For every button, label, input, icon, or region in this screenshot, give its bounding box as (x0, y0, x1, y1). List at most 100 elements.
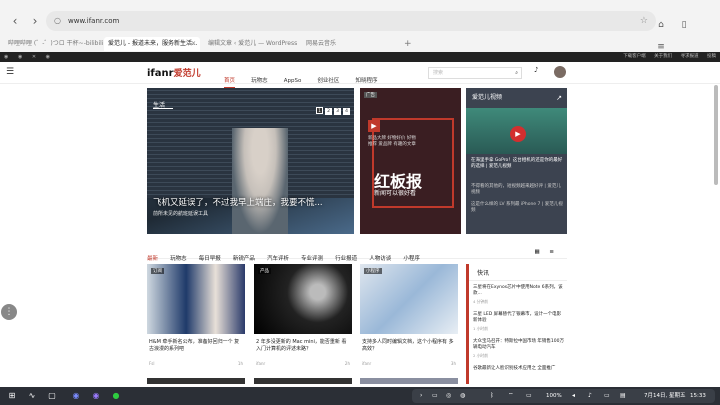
notification-icon[interactable]: ▤ (620, 389, 626, 403)
article-card[interactable]: 订阅 H&M 牵手新名公布，准备好回归一个 复古浪漫的系列吧 Fsl 1h (147, 264, 245, 369)
tab-label: 网易云音乐 (306, 40, 337, 47)
browser-actions: ⌂ ▯ ≡ (652, 12, 712, 52)
site-topbar: ◉ ◉ ✕ ◉ 下载客户端 关于我们 寻求报道 投稿 (0, 52, 720, 62)
reading-icon[interactable]: ▯ (675, 16, 693, 34)
activity-icon[interactable]: ∿ (25, 389, 39, 403)
article-meta: ifanr 3h (362, 361, 456, 366)
ad-subtitle: 新闻可以很好看 (374, 190, 417, 197)
taskbar-apps: ⊞ ∿ ▢ ◉ ◉ ● (5, 389, 135, 403)
bell-icon[interactable]: ♪ (534, 66, 538, 74)
news-item[interactable]: 三星将在Exynos芯片中使用Note 6系列，该款... (473, 285, 565, 297)
new-tab-button[interactable]: + (404, 37, 412, 51)
article-card[interactable]: 产品 2 年多没更新的 Mac mini，能否重新 看入门计算机的评述未路？ i… (254, 264, 352, 369)
play-icon[interactable]: ▶ (510, 126, 526, 142)
article-tag: 小程序 (364, 268, 382, 274)
pager-item[interactable]: 3 (334, 108, 341, 115)
ad-tag: 广告 (364, 92, 377, 98)
launcher-icon[interactable]: ⊞ (5, 389, 19, 403)
home-icon[interactable]: ⌂ (652, 16, 670, 34)
taskbar-date: 7月14日, 星期五 (644, 393, 686, 399)
speaker-icon[interactable]: ♪ (588, 389, 592, 403)
search-icon[interactable]: ⌕ (515, 68, 518, 78)
external-link-icon[interactable]: ↗ (556, 88, 562, 108)
hamburger-icon[interactable]: ☰ (6, 67, 14, 77)
screenshot-icon[interactable]: ▭ (432, 389, 438, 403)
more-options-icon[interactable]: ⋮ (1, 304, 17, 320)
site-header: ☰ ifanr爱范儿 首页 玩物志 AppSo 创业社区 知晓程序 搜索 ⌕ ♪ (0, 62, 720, 88)
main-nav: 首页 玩物志 AppSo 创业社区 知晓程序 (224, 67, 389, 88)
system-tray: › ▭ ◎ ◍ ᛒ ⌔ ▭ 100% ◂ ♪ ▭ ▤ 7月14日, 星期五 15… (412, 389, 715, 403)
nav-appso[interactable]: AppSo (284, 75, 302, 87)
search-input[interactable]: 搜索 ⌕ (428, 67, 522, 79)
tab-ifanr[interactable]: 爱范儿 - 报道未来，服务新生活... × (104, 37, 200, 51)
article-title[interactable]: 2 年多没更新的 Mac mini，能否重新 看入门计算机的评述未路？ (256, 339, 350, 353)
display-icon[interactable]: ▭ (604, 389, 610, 403)
article-image (147, 378, 245, 384)
battery-icon[interactable]: ▭ (526, 389, 532, 403)
news-item[interactable]: 大众宝马召开：特斯拉中国市场 年销售100万辆电动汽车 (473, 339, 565, 351)
wechat-icon[interactable]: ● (109, 389, 123, 403)
next-row-images (147, 378, 567, 384)
nav-miniprogram[interactable]: 知晓程序 (356, 75, 378, 87)
scrollbar-thumb[interactable] (714, 85, 718, 185)
pager-item[interactable]: 2 (325, 108, 332, 115)
address-bar[interactable]: ○ www.ifanr.com ☆ (46, 11, 656, 31)
nav-wanwuzhi[interactable]: 玩物志 (251, 75, 268, 87)
pager-item[interactable]: 4 (343, 108, 350, 115)
tab-wordpress[interactable]: 编辑文章 ‹ 爱范儿 — WordPress (204, 37, 300, 51)
article-tag: 产品 (258, 268, 271, 274)
article-author: Fsl (149, 361, 155, 366)
window-icon[interactable]: ▢ (45, 389, 59, 403)
avatar[interactable] (554, 66, 566, 78)
article-author: ifanr (256, 361, 266, 366)
taskbar: ⊞ ∿ ▢ ◉ ◉ ● › ▭ ◎ ◍ ᛒ ⌔ ▭ 100% ◂ ♪ ▭ ▤ 7… (0, 387, 720, 405)
volume-icon[interactable]: ◂ (572, 389, 575, 403)
hero-banner[interactable]: 生活 1234 飞机又延误了，不过我早上端庄，我要不慌... 前所未见的航班延误… (147, 88, 354, 234)
news-header: 快讯 (477, 270, 490, 277)
hero-person-image (232, 128, 288, 234)
article-title[interactable]: H&M 牵手新名公布，准备好回归一个 复古浪漫的系列吧 (149, 339, 243, 353)
article-card[interactable]: 小程序 支持多人同时编辑文档，这个小程序有 多高效？ ifanr 3h (360, 264, 458, 369)
ad-banner[interactable]: 广告 ▶ 新品大牌 好物好价 好物推荐 爱品牌 有趣的文章 红板报 新闻可以很好… (360, 88, 461, 234)
chevron-icon[interactable]: › (420, 389, 422, 403)
wifi-icon[interactable]: ⌔ (508, 389, 514, 403)
bluetooth-icon[interactable]: ᛒ (490, 389, 494, 403)
video-header[interactable]: 爱范儿视频 (466, 88, 567, 108)
site-logo[interactable]: ifanr爱范儿 (147, 66, 201, 79)
news-time: 2 小时前 (473, 353, 489, 358)
nav-home[interactable]: 首页 (224, 75, 236, 88)
back-icon[interactable]: ‹ (6, 12, 24, 30)
video-title-3[interactable]: 这是什么样的 LV 系列最 iPhone 7 | 爱范儿视频 (471, 202, 563, 214)
nav-community[interactable]: 创业社区 (317, 75, 339, 87)
grid-list-icon[interactable]: ▦ ≡ (534, 245, 558, 259)
app-icon[interactable]: ◉ (69, 389, 83, 403)
tab-bilibili[interactable]: 哔哩哔哩 (゜-゜)つロ 干杯~-bilibili (4, 37, 104, 51)
about-link[interactable]: 关于我们 (654, 54, 672, 59)
app-icon[interactable]: ◉ (89, 389, 103, 403)
flipboard-icon: ▶ (368, 120, 380, 132)
social-icons[interactable]: ◉ ◉ ✕ ◉ (4, 52, 54, 62)
video-title-1[interactable]: 在海里手拿 GoPro！这台相机的还是你的最好的选择 | 爱范儿视频 (471, 158, 563, 170)
browser-icon[interactable]: ◍ (460, 389, 465, 403)
article-time: 1h (237, 361, 243, 366)
pager-item[interactable]: 1 (316, 107, 323, 114)
video-title-2[interactable]: 不得看的其他的，短视频越来越好评 | 爱范儿视频 (471, 184, 563, 196)
close-icon[interactable]: × (191, 37, 196, 51)
article-title[interactable]: 支持多人同时编辑文档，这个小程序有 多高效？ (362, 339, 456, 353)
scrollbar[interactable] (714, 55, 718, 385)
news-time: 4 分钟前 (473, 299, 489, 304)
news-item[interactable]: 三星 LED 屏幕替代了银幕市，设计一个电影新体验 (473, 312, 565, 324)
forward-icon[interactable]: › (26, 12, 44, 30)
report-link[interactable]: 寻求报道 (681, 54, 699, 59)
article-image (360, 264, 458, 334)
news-time: 1 小时前 (473, 326, 489, 331)
tab-strip: 哔哩哔哩 (゜-゜)つロ 干杯~-bilibili 爱范儿 - 报道未来，服务新… (0, 37, 720, 51)
hero-title[interactable]: 飞机又延误了，不过我早上端庄，我要不慌... (153, 196, 323, 208)
article-image (147, 264, 245, 334)
bookmark-icon[interactable]: ☆ (640, 11, 648, 31)
network-icon[interactable]: ◎ (446, 389, 451, 403)
tab-music[interactable]: 网易云音乐 (302, 37, 398, 51)
battery-percent: 100% (546, 393, 562, 399)
news-item[interactable]: 谷歌最新让人脸识别技术应用之 全面推广 (473, 366, 565, 372)
download-link[interactable]: 下载客户端 (623, 54, 646, 59)
